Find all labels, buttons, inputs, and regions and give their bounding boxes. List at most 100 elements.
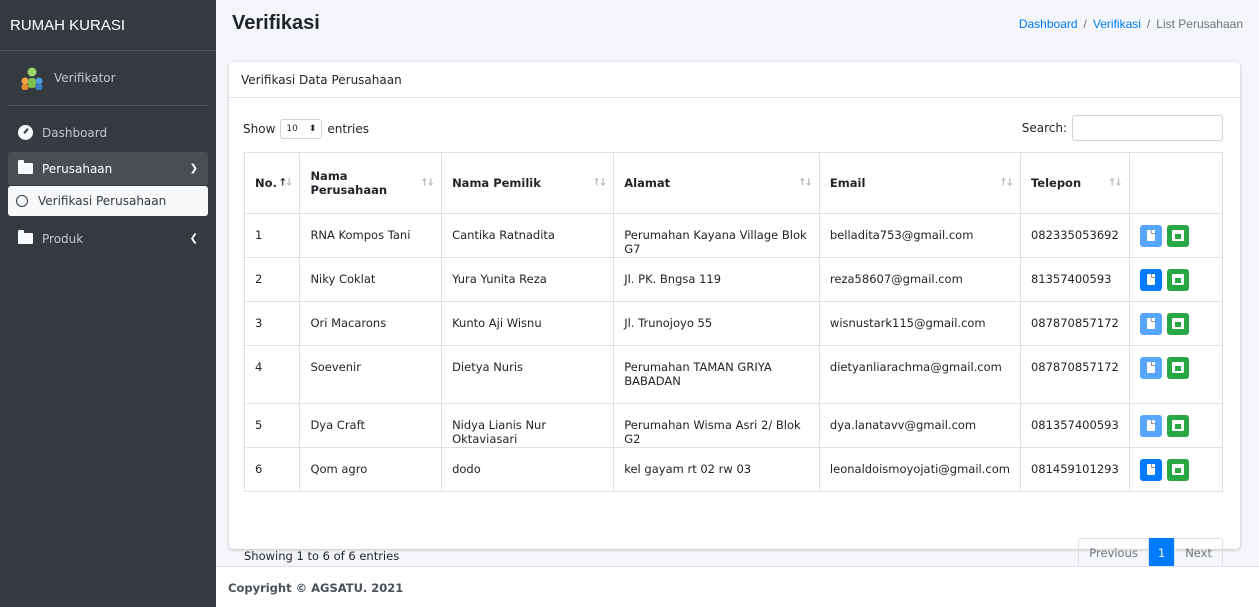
verify-button[interactable] [1166, 415, 1189, 437]
cell-nama-perusahaan: Soevenir [299, 345, 443, 404]
sidebar-item-perusahaan[interactable]: Perusahaan ❯ [8, 152, 208, 185]
cell-actions [1128, 403, 1224, 448]
cell-no: 1 [243, 213, 301, 258]
user-name: Verifikator [54, 71, 116, 85]
entries-label: entries [327, 122, 369, 136]
sort-asc-icon: ↑↓ [278, 177, 294, 189]
calendar-icon [1171, 274, 1184, 285]
brand-logo[interactable]: RUMAH KURASI [0, 0, 216, 51]
table-info: Showing 1 to 6 of 6 entries [244, 549, 400, 563]
table-row: 1 RNA Kompos Tani Cantika Ratnadita Peru… [243, 213, 1224, 258]
calendar-icon [1171, 230, 1184, 241]
cell-telepon: 81357400593 [1019, 257, 1130, 302]
cell-no: 3 [243, 301, 301, 346]
users-icon [20, 66, 44, 90]
page-1-button[interactable]: 1 [1148, 538, 1175, 568]
sidebar-item-dashboard[interactable]: Dashboard [8, 116, 208, 149]
column-label: Nama Pemilik [452, 176, 541, 190]
sort-icon: ↑↓ [798, 177, 813, 189]
search-label: Search: [1021, 121, 1067, 135]
detail-button[interactable] [1139, 225, 1162, 247]
detail-button[interactable] [1139, 269, 1162, 291]
user-panel[interactable]: Verifikator [8, 51, 208, 106]
entries-length-control: Show 10 ⬍ entries [243, 119, 369, 139]
file-icon [1146, 464, 1155, 475]
sidebar-item-produk[interactable]: Produk ❮ [8, 222, 208, 255]
cell-nama-pemilik: Kunto Aji Wisnu [441, 301, 615, 346]
column-header-nama-perusahaan[interactable]: Nama Perusahaan ↑↓ [299, 152, 443, 214]
cell-alamat: Jl. PK. Bngsa 119 [613, 257, 820, 302]
cell-telepon: 087870857172 [1019, 345, 1130, 404]
verification-card: Verifikasi Data Perusahaan Show 10 ⬍ entr… [229, 62, 1240, 568]
detail-button[interactable] [1139, 357, 1162, 379]
chevron-left-icon: ❮ [189, 233, 198, 244]
verify-button[interactable] [1166, 269, 1189, 291]
file-icon [1146, 318, 1155, 329]
brand-text: RUMAH KURASI [10, 16, 126, 34]
content-header: Verifikasi Dashboard / Verifikasi / List Per… [216, 0, 1259, 51]
column-header-telepon[interactable]: Telepon ↑↓ [1019, 152, 1130, 214]
previous-button[interactable]: Previous [1078, 538, 1149, 568]
show-label: Show [243, 122, 276, 136]
table-row: 2 Niky Coklat Yura Yunita Reza Jl. PK. B… [243, 257, 1224, 302]
folder-icon [16, 230, 34, 244]
cell-email: belladita753@gmail.com [818, 213, 1021, 258]
verify-button[interactable] [1166, 459, 1189, 481]
cell-no: 5 [243, 403, 301, 448]
breadcrumb-separator: / [1083, 17, 1087, 31]
breadcrumb: Dashboard / Verifikasi / List Perusahaan [1019, 17, 1243, 31]
cell-nama-perusahaan: Qom agro [299, 447, 443, 492]
cell-nama-pemilik: Cantika Ratnadita [441, 213, 615, 258]
cell-telepon: 081357400593 [1019, 403, 1130, 448]
column-label: Telepon [1030, 176, 1082, 190]
cell-actions [1128, 447, 1224, 492]
breadcrumb-verifikasi[interactable]: Verifikasi [1093, 17, 1141, 31]
search-input[interactable] [1072, 115, 1223, 141]
sidebar-nav: Dashboard Perusahaan ❯ Verifikasi Perusa… [0, 106, 216, 255]
table-row: 3 Ori Macarons Kunto Aji Wisnu Jl. Truno… [243, 301, 1224, 346]
breadcrumb-current: List Perusahaan [1156, 17, 1243, 31]
cell-alamat: Perumahan Wisma Asri 2/ Blok G2 [613, 403, 820, 448]
verify-button[interactable] [1166, 357, 1189, 379]
column-header-alamat[interactable]: Alamat ↑↓ [613, 152, 820, 214]
sidebar: RUMAH KURASI Verifikator Dashboard Perus… [0, 0, 216, 607]
column-label: No. [255, 176, 277, 190]
column-header-no[interactable]: No. ↑↓ [243, 152, 301, 214]
table-row: 6 Qom agro dodo kel gayam rt 02 rw 03 le… [243, 447, 1224, 492]
column-header-email[interactable]: Email ↑↓ [818, 152, 1021, 214]
entries-select[interactable]: 10 ⬍ [280, 119, 323, 139]
cell-telepon: 081459101293 [1019, 447, 1130, 492]
column-label: Alamat [624, 176, 671, 190]
breadcrumb-dashboard[interactable]: Dashboard [1019, 17, 1078, 31]
sort-icon: ↑↓ [592, 177, 607, 189]
cell-email: reza58607@gmail.com [818, 257, 1021, 302]
page-title: Verifikasi [232, 12, 320, 34]
cell-nama-pemilik: Nidya Lianis Nur Oktaviasari [441, 403, 615, 448]
table-row: 4 Soevenir Dietya Nuris Perumahan TAMAN … [243, 345, 1224, 404]
sort-icon: ↑↓ [1108, 177, 1123, 189]
folder-icon [16, 160, 34, 174]
sort-icon: ↑↓ [999, 177, 1014, 189]
sidebar-item-verifikasi-perusahaan[interactable]: Verifikasi Perusahaan [8, 186, 208, 216]
circle-icon [16, 195, 28, 207]
column-header-nama-pemilik[interactable]: Nama Pemilik ↑↓ [441, 152, 615, 214]
calendar-icon [1171, 464, 1184, 475]
detail-button[interactable] [1139, 313, 1162, 335]
verify-button[interactable] [1166, 225, 1189, 247]
detail-button[interactable] [1139, 459, 1162, 481]
cell-email: leonaldoismoyojati@gmail.com [818, 447, 1021, 492]
pagination: Previous 1 Next [1078, 538, 1223, 568]
verify-button[interactable] [1166, 313, 1189, 335]
breadcrumb-separator: / [1146, 17, 1151, 31]
cell-alamat: Jl. Trunojoyo 55 [613, 301, 820, 346]
sidebar-item-label: Perusahaan [42, 161, 113, 176]
detail-button[interactable] [1139, 415, 1162, 437]
cell-no: 6 [243, 447, 301, 492]
cell-email: wisnustark115@gmail.com [818, 301, 1021, 346]
cell-nama-perusahaan: Niky Coklat [299, 257, 443, 302]
sidebar-item-label: Produk [42, 231, 84, 246]
table-row: 5 Dya Craft Nidya Lianis Nur Oktaviasari… [243, 403, 1224, 448]
next-button[interactable]: Next [1174, 538, 1223, 568]
companies-table: No. ↑↓ Nama Perusahaan ↑↓ Nama Pemilik ↑↓ A… [243, 152, 1224, 492]
cell-no: 2 [243, 257, 301, 302]
